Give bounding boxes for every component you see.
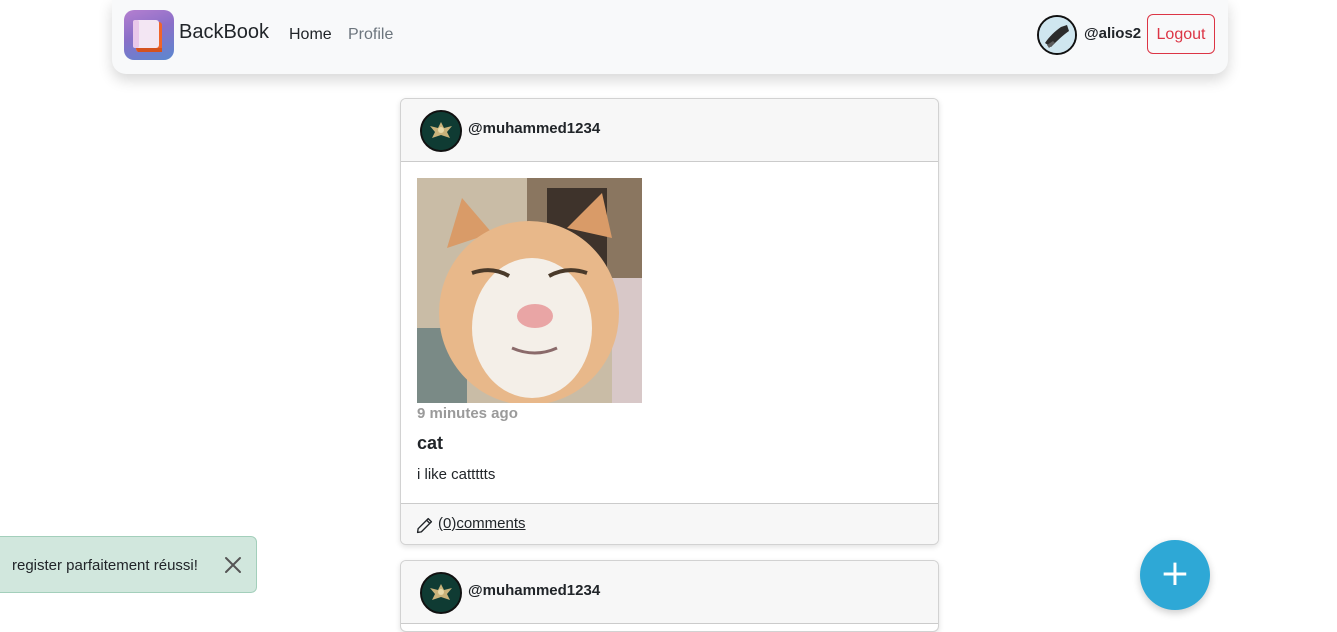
pencil-icon [416,517,433,534]
comments-count: (0) [438,515,457,532]
success-toast: register parfaitement réussi! [0,536,257,593]
post-image[interactable] [417,178,642,403]
author-avatar[interactable] [420,572,462,614]
navbar: BackBook Home Profile @alios2 Logout [112,0,1228,74]
logout-button[interactable]: Logout [1147,14,1215,54]
author-username[interactable]: @muhammed1234 [468,582,600,599]
brand-name[interactable]: BackBook [179,21,269,44]
plus-icon: + [1159,553,1191,594]
post-body: i like cattttts [417,466,496,483]
add-post-button[interactable]: + [1140,540,1210,610]
post-header: @muhammed1234 [401,561,938,624]
nav-link-home[interactable]: Home [289,26,332,44]
post-title: cat [417,433,444,453]
post-card: @muhammed1234 9 minutes ago cat i like c… [400,98,939,545]
author-avatar[interactable] [420,110,462,152]
close-icon[interactable] [223,555,243,575]
user-avatar[interactable] [1037,15,1077,55]
nav-link-profile[interactable]: Profile [348,26,393,44]
toast-message: register parfaitement réussi! [12,557,198,574]
post-footer: (0)comments [401,503,938,544]
current-username: @alios2 [1084,25,1142,42]
post-timestamp: 9 minutes ago [417,405,518,422]
comments-label: comments [456,515,526,532]
post-header: @muhammed1234 [401,99,938,162]
comments-link[interactable]: (0)comments [438,515,526,532]
post-card: @muhammed1234 [400,560,939,632]
author-username[interactable]: @muhammed1234 [468,120,600,137]
book-logo-icon[interactable] [124,10,174,60]
